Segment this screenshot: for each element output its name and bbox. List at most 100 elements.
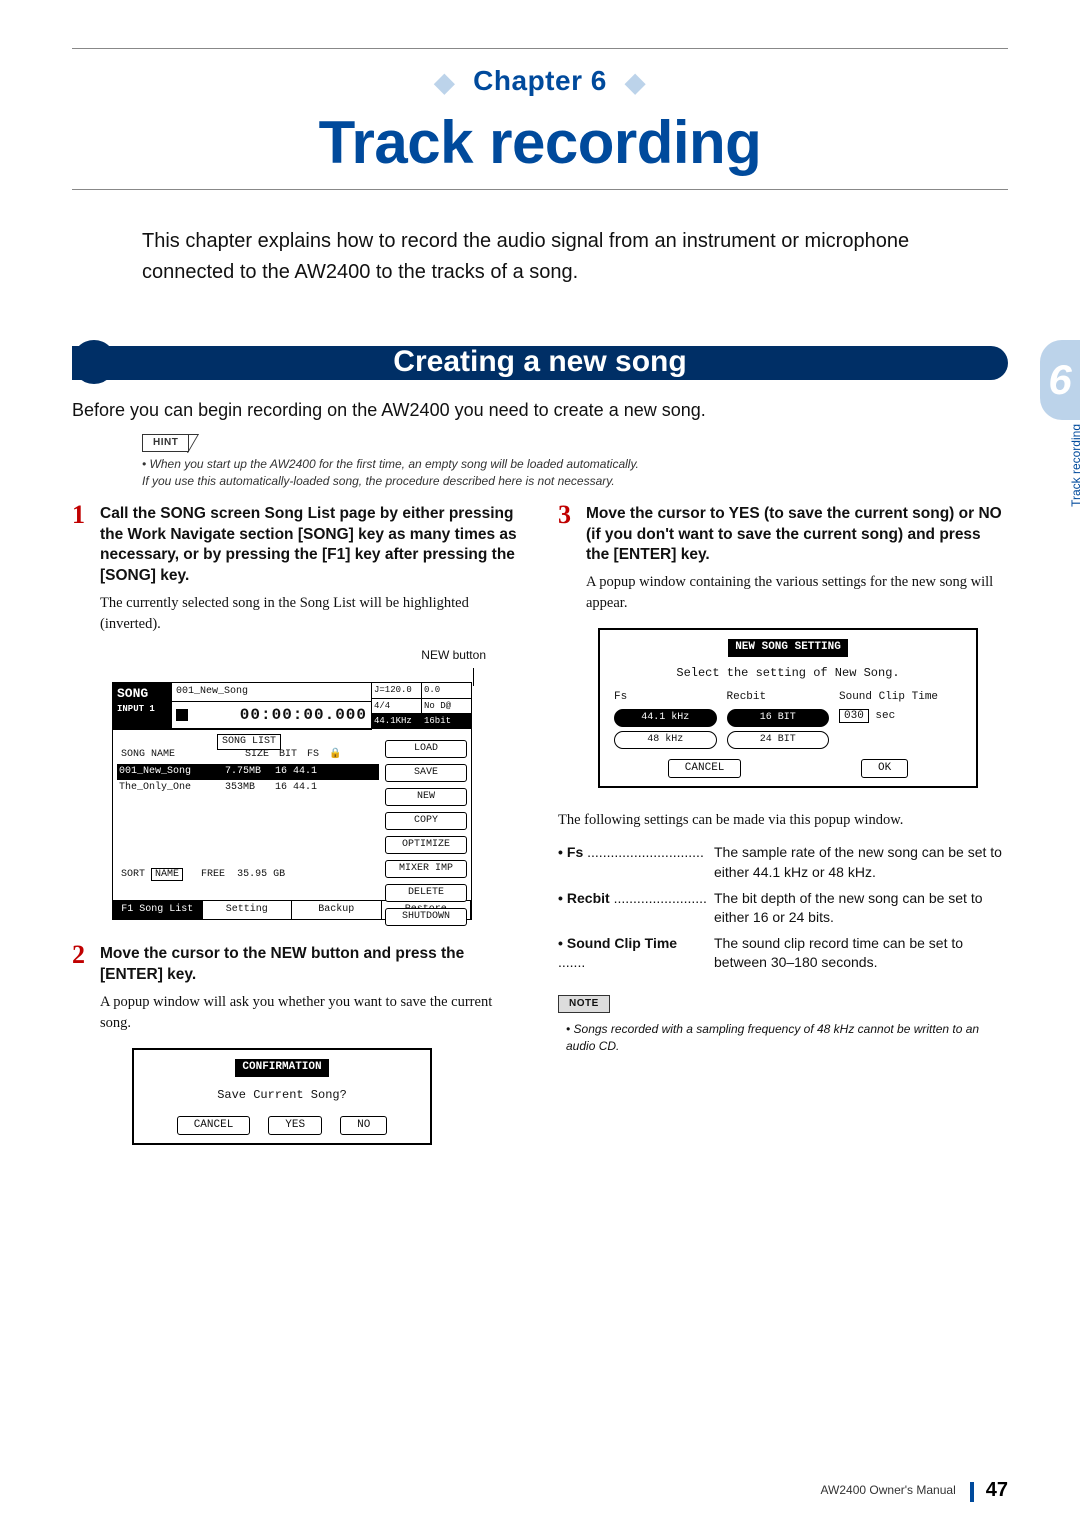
lock-icon: 🔒 — [329, 748, 341, 762]
sort-value[interactable]: NAME — [151, 868, 183, 881]
tab-backup[interactable]: Backup — [292, 901, 382, 919]
new-song-header: NEW SONG SETTING — [728, 639, 848, 656]
page-footer: AW2400 Owner's Manual 47 — [821, 1476, 1009, 1504]
sct-unit: sec — [875, 710, 895, 722]
list-item: •Recbit ........................ The bit… — [558, 889, 1008, 928]
note-tag: NOTE — [558, 995, 610, 1013]
row-bit: 16 — [275, 781, 287, 795]
delete-button[interactable]: DELETE — [385, 884, 467, 902]
sct-value: 030 sec — [839, 709, 962, 727]
save-button[interactable]: SAVE — [385, 764, 467, 782]
section-banner: Creating a new song — [72, 340, 1008, 384]
chapter-intro: This chapter explains how to record the … — [142, 226, 978, 288]
camera-icon — [176, 709, 188, 721]
lcd-rate: 44.1KHz — [372, 714, 421, 729]
song-list-screenshot: SONG INPUT 1 001_New_Song 00:00:00.000 — [112, 682, 472, 920]
step-2-number: 2 — [72, 942, 85, 968]
sct-number[interactable]: 030 — [839, 709, 869, 723]
thumb-label: Track recording — [1068, 424, 1080, 507]
step-2-title: Move the cursor to the NEW button and pr… — [100, 944, 522, 986]
right-column: 3 Move the cursor to YES (to save the cu… — [558, 504, 1008, 1145]
load-button[interactable]: LOAD — [385, 740, 467, 758]
shutdown-button[interactable]: SHUTDOWN — [385, 908, 467, 926]
step-2: 2 Move the cursor to the NEW button and … — [72, 944, 522, 1034]
lcd-nodb: No D@ — [421, 699, 471, 715]
tab-song-list[interactable]: F1 Song List — [113, 901, 203, 919]
row-name: The_Only_One — [119, 781, 219, 795]
fs-48-button[interactable]: 48 kHz — [614, 731, 717, 749]
chapter-label: ◆ Chapter 6 ◆ — [72, 61, 1008, 101]
note-box: NOTE • Songs recorded with a sampling fr… — [558, 991, 1008, 1055]
recbit-24-button[interactable]: 24 BIT — [727, 731, 830, 749]
thumb-number: 6 — [1040, 340, 1080, 420]
page: ◆ Chapter 6 ◆ Track recording This chapt… — [0, 0, 1080, 1528]
dots: ....... — [558, 954, 585, 970]
dots: .............................. — [587, 844, 704, 860]
diamond-right-icon: ◆ — [625, 67, 646, 97]
optimize-button[interactable]: OPTIMIZE — [385, 836, 467, 854]
lcd-click: 0.0 — [421, 683, 471, 699]
lcd-tempo: J=120.0 — [372, 683, 421, 699]
no-button[interactable]: NO — [340, 1116, 387, 1135]
step-3: 3 Move the cursor to YES (to save the cu… — [558, 504, 1008, 615]
hint-line-2: If you use this automatically-loaded son… — [142, 474, 615, 488]
def-sct: The sound clip record time can be set to… — [714, 934, 1008, 973]
chapter-title: Track recording — [72, 101, 1008, 185]
lcd-song-tab: SONG INPUT 1 — [113, 683, 171, 730]
confirmation-dialog: CONFIRMATION Save Current Song? CANCEL Y… — [132, 1048, 432, 1145]
fs-44-button[interactable]: 44.1 kHz — [614, 709, 717, 727]
hint-tag: HINT — [142, 434, 189, 452]
lcd-song-label: SONG — [117, 685, 167, 703]
step-3-title: Move the cursor to YES (to save the curr… — [586, 504, 1008, 567]
yes-button[interactable]: YES — [268, 1116, 322, 1135]
under-rule — [72, 189, 1008, 190]
footer-text: AW2400 Owner's Manual — [821, 1482, 956, 1499]
diamond-left-icon: ◆ — [434, 67, 455, 97]
dots: ........................ — [614, 890, 707, 906]
row-fs: 44.1 — [293, 781, 317, 795]
table-row[interactable]: 001_New_Song 7.75MB 16 44.1 — [117, 764, 379, 780]
free-label: FREE — [201, 869, 225, 880]
two-column-layout: 1 Call the SONG screen Song List page by… — [72, 504, 1008, 1145]
row-bit: 16 — [275, 765, 287, 779]
step-2-body: A popup window will ask you whether you … — [100, 992, 522, 1034]
footer-bar-icon — [970, 1482, 974, 1502]
col-recbit: Recbit — [727, 690, 830, 705]
hdr-bit: BIT — [279, 748, 297, 762]
mixer-imp-button[interactable]: MIXER IMP — [385, 860, 467, 878]
col-sct: Sound Clip Time — [839, 690, 962, 705]
list-item: •Fs .............................. The s… — [558, 843, 1008, 882]
tab-setting[interactable]: Setting — [203, 901, 293, 919]
lcd-input-label: INPUT 1 — [117, 703, 167, 716]
side-thumb-tab: 6 Track recording — [1026, 340, 1080, 500]
step-3-number: 3 — [558, 502, 571, 528]
ok-button[interactable]: OK — [861, 759, 908, 778]
hdr-size: SIZE — [245, 748, 269, 762]
confirmation-message: Save Current Song? — [142, 1087, 422, 1104]
list-item: •Sound Clip Time ....... The sound clip … — [558, 934, 1008, 973]
def-fs: The sample rate of the new song can be s… — [714, 843, 1008, 882]
left-column: 1 Call the SONG screen Song List page by… — [72, 504, 522, 1145]
table-row[interactable]: The_Only_One 353MB 16 44.1 — [117, 780, 379, 796]
col-fs: Fs — [614, 690, 717, 705]
popup-intro: The following settings can be made via t… — [558, 810, 1008, 831]
lcd-sig: 4/4 — [372, 699, 421, 715]
step-3-body: A popup window containing the various se… — [586, 572, 1008, 614]
section-lede: Before you can begin recording on the AW… — [72, 398, 978, 423]
copy-button[interactable]: COPY — [385, 812, 467, 830]
top-rule — [72, 48, 1008, 49]
lcd-bit: 16bit — [421, 714, 471, 729]
lcd-timecode: 00:00:00.000 — [240, 704, 367, 726]
row-fs: 44.1 — [293, 765, 317, 779]
section-title: Creating a new song — [72, 340, 1008, 384]
new-button[interactable]: NEW — [385, 788, 467, 806]
def-recbit: The bit depth of the new song can be set… — [714, 889, 1008, 928]
cancel-button[interactable]: CANCEL — [668, 759, 742, 778]
confirmation-header: CONFIRMATION — [235, 1059, 328, 1076]
recbit-16-button[interactable]: 16 BIT — [727, 709, 830, 727]
new-song-setting-dialog: NEW SONG SETTING Select the setting of N… — [598, 628, 978, 788]
cancel-button[interactable]: CANCEL — [177, 1116, 251, 1135]
step-1-number: 1 — [72, 502, 85, 528]
row-name: 001_New_Song — [119, 765, 219, 779]
row-size: 7.75MB — [225, 765, 269, 779]
